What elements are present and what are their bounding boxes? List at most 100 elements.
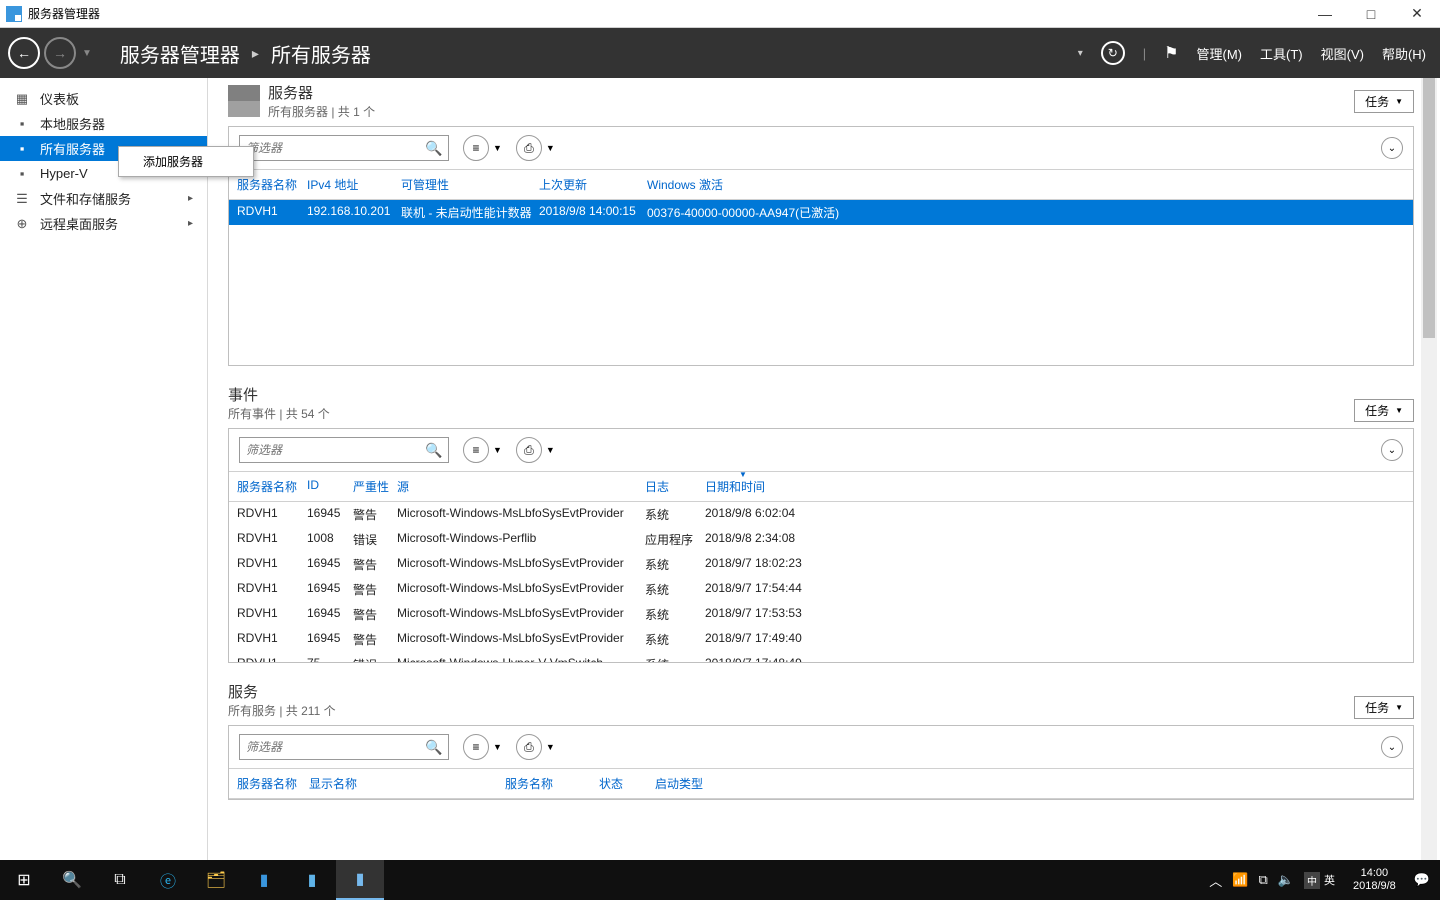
cell-id: 16945: [307, 631, 353, 648]
services-filter-input[interactable]: [240, 740, 420, 754]
save-query-icon[interactable]: ⎙: [516, 734, 542, 760]
tray-date: 2018/9/8: [1353, 880, 1396, 893]
main-scrollbar[interactable]: [1421, 78, 1437, 860]
cell-source: Microsoft-Windows-MsLbfoSysEvtProvider: [397, 581, 645, 598]
events-filter-input[interactable]: [240, 443, 420, 457]
events-row[interactable]: RDVH11008错误Microsoft-Windows-Perflib应用程序…: [229, 527, 1413, 552]
notifications-flag-icon[interactable]: ⚑: [1164, 43, 1178, 63]
breadcrumb-root[interactable]: 服务器管理器: [120, 39, 240, 68]
chevron-down-icon[interactable]: ▼: [493, 742, 502, 752]
options-icon[interactable]: ≡: [463, 437, 489, 463]
servers-tasks-button[interactable]: 任务▼: [1354, 90, 1414, 113]
taskbar-ie-icon[interactable]: ⓔ: [144, 860, 192, 900]
header-drop-icon[interactable]: ▾: [1078, 48, 1083, 59]
col-server-name[interactable]: 服务器名称: [237, 176, 307, 193]
events-row[interactable]: RDVH116945警告Microsoft-Windows-MsLbfoSysE…: [229, 552, 1413, 577]
taskbar-app-icon[interactable]: ▮: [288, 860, 336, 900]
nav-forward-button[interactable]: →: [44, 37, 76, 69]
services-tasks-button[interactable]: 任务▼: [1354, 696, 1414, 719]
tray-network2-icon[interactable]: ⧉: [1259, 872, 1268, 888]
servers-toolbar: 🔍 ≡ ▼ ⎙ ▼ ⌄: [229, 127, 1413, 169]
col-last-update[interactable]: 上次更新: [539, 176, 647, 193]
servers-filter-input[interactable]: [240, 141, 420, 155]
menu-help[interactable]: 帮助(H): [1382, 44, 1426, 63]
expand-icon[interactable]: ⌄: [1381, 439, 1403, 461]
minimize-button[interactable]: —: [1302, 0, 1348, 28]
col-ipv4[interactable]: IPv4 地址: [307, 176, 401, 193]
cell-severity: 警告: [353, 631, 397, 648]
menu-view[interactable]: 视图(V): [1321, 44, 1364, 63]
events-filter-box[interactable]: 🔍: [239, 437, 449, 463]
sidebar-item-file-storage[interactable]: ☰文件和存储服务▸: [0, 186, 207, 211]
cell-severity: 警告: [353, 556, 397, 573]
nav-dropdown-icon[interactable]: ▼: [82, 48, 92, 59]
chevron-down-icon[interactable]: ▼: [546, 143, 555, 153]
menu-manage[interactable]: 管理(M): [1197, 44, 1243, 63]
services-section: 服务 所有服务 | 共 211 个 任务▼ 🔍 ≡▼ ⎙▼ ⌄ 服务器名称: [228, 681, 1414, 800]
cell-log: 系统: [645, 631, 705, 648]
events-row[interactable]: RDVH116945警告Microsoft-Windows-MsLbfoSysE…: [229, 627, 1413, 652]
refresh-icon[interactable]: ↻: [1101, 41, 1125, 65]
col-service-name[interactable]: 服务名称: [505, 775, 599, 792]
nav-back-button[interactable]: ←: [8, 37, 40, 69]
col-display-name[interactable]: 显示名称: [309, 775, 505, 792]
tray-chevron-icon[interactable]: ︿: [1209, 871, 1222, 890]
sidebar-item-remote-desktop[interactable]: ⊕远程桌面服务▸: [0, 211, 207, 236]
expand-icon[interactable]: ⌄: [1381, 137, 1403, 159]
search-icon[interactable]: 🔍: [420, 140, 448, 157]
col-id[interactable]: ID: [307, 478, 353, 495]
servers-filter-box[interactable]: 🔍: [239, 135, 449, 161]
search-icon[interactable]: 🔍: [420, 739, 448, 756]
cell-update: 2018/9/8 14:00:15: [539, 204, 647, 221]
tray-network-icon[interactable]: 📶: [1232, 872, 1248, 888]
col-state[interactable]: 状态: [599, 775, 655, 792]
scrollbar-thumb[interactable]: [1423, 78, 1435, 338]
chevron-down-icon[interactable]: ▼: [546, 742, 555, 752]
tray-volume-icon[interactable]: 🔈: [1278, 872, 1294, 888]
tray-ime[interactable]: 中英: [1304, 872, 1335, 889]
task-view-button[interactable]: ⧉: [96, 860, 144, 900]
events-row[interactable]: RDVH116945警告Microsoft-Windows-MsLbfoSysE…: [229, 577, 1413, 602]
save-query-icon[interactable]: ⎙: [516, 437, 542, 463]
taskbar-server-manager-icon[interactable]: ▮: [336, 860, 384, 900]
search-button[interactable]: 🔍: [48, 860, 96, 900]
options-icon[interactable]: ≡: [463, 734, 489, 760]
expand-icon[interactable]: ⌄: [1381, 736, 1403, 758]
servers-row[interactable]: RDVH1 192.168.10.201 联机 - 未启动性能计数器 2018/…: [229, 200, 1413, 225]
col-manageability[interactable]: 可管理性: [401, 176, 539, 193]
maximize-button[interactable]: □: [1348, 0, 1394, 28]
events-row[interactable]: RDVH116945警告Microsoft-Windows-MsLbfoSysE…: [229, 502, 1413, 527]
tray-clock[interactable]: 14:00 2018/9/8: [1345, 867, 1404, 893]
search-icon[interactable]: 🔍: [420, 442, 448, 459]
sidebar-item-local-server[interactable]: ▪本地服务器: [0, 111, 207, 136]
taskbar-app-icon[interactable]: ▮: [240, 860, 288, 900]
col-server-name[interactable]: 服务器名称: [237, 478, 307, 495]
cell-datetime: 2018/9/7 17:49:40: [705, 631, 1405, 648]
chevron-down-icon[interactable]: ▼: [546, 445, 555, 455]
services-filter-box[interactable]: 🔍: [239, 734, 449, 760]
col-activation[interactable]: Windows 激活: [647, 176, 1405, 193]
save-query-icon[interactable]: ⎙: [516, 135, 542, 161]
context-menu-add-server[interactable]: 添加服务器: [119, 147, 253, 176]
events-row[interactable]: RDVH175错误Microsoft-Windows-Hyper-V-VmSwi…: [229, 652, 1413, 662]
menu-tools[interactable]: 工具(T): [1260, 44, 1303, 63]
chevron-down-icon[interactable]: ▼: [493, 445, 502, 455]
tray-action-center-icon[interactable]: 💬: [1414, 872, 1430, 888]
col-log[interactable]: 日志: [645, 478, 705, 495]
chevron-right-icon: ▸: [252, 45, 259, 62]
close-button[interactable]: ✕: [1394, 0, 1440, 28]
col-start-type[interactable]: 启动类型: [655, 775, 1405, 792]
events-tasks-button[interactable]: 任务▼: [1354, 399, 1414, 422]
sidebar-item-dashboard[interactable]: ▦仪表板: [0, 86, 207, 111]
options-icon[interactable]: ≡: [463, 135, 489, 161]
col-source[interactable]: 源: [397, 478, 645, 495]
col-server-name[interactable]: 服务器名称: [237, 775, 309, 792]
chevron-down-icon[interactable]: ▼: [493, 143, 502, 153]
col-datetime[interactable]: 日期和时间: [705, 478, 1405, 495]
servers-section-head: 服务器 所有服务器 | 共 1 个 任务▼: [228, 82, 1414, 120]
storage-icon: ☰: [14, 191, 30, 207]
taskbar-explorer-icon[interactable]: 🗂: [192, 860, 240, 900]
col-severity[interactable]: 严重性: [353, 478, 397, 495]
events-row[interactable]: RDVH116945警告Microsoft-Windows-MsLbfoSysE…: [229, 602, 1413, 627]
start-button[interactable]: ⊞: [0, 860, 48, 900]
